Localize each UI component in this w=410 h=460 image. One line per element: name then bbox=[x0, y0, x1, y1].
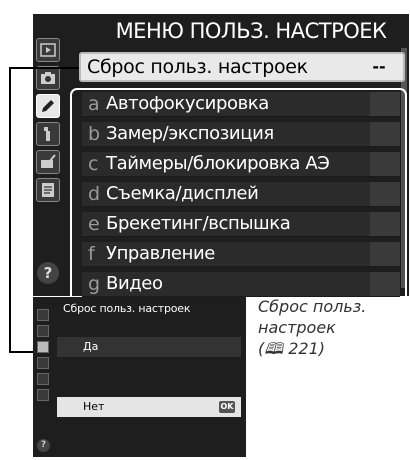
tab-shooting bbox=[37, 325, 49, 337]
tab-my-menu bbox=[37, 389, 49, 401]
page-reference: (🕮 221) bbox=[258, 339, 326, 358]
option-yes[interactable]: Да bbox=[57, 337, 241, 357]
bank-label: Видео bbox=[106, 273, 163, 294]
bank-label: Брекетинг/вспышка bbox=[106, 213, 291, 234]
bank-value-cell bbox=[370, 212, 400, 236]
help-icon: ? bbox=[37, 439, 50, 452]
tab-playback bbox=[37, 309, 49, 321]
option-no[interactable]: Нет OK bbox=[57, 397, 241, 417]
option-label: Нет bbox=[83, 400, 105, 413]
reset-custom-settings-value: -- bbox=[372, 57, 386, 76]
bank-value-cell bbox=[370, 152, 400, 176]
tab-setup bbox=[37, 357, 49, 369]
ok-button-badge: OK bbox=[219, 401, 235, 413]
bank-item-b[interactable]: b Замер/экспозиция bbox=[82, 122, 400, 147]
bank-value-cell bbox=[370, 272, 400, 296]
bank-item-c[interactable]: c Таймеры/блокировка АЭ bbox=[82, 152, 400, 177]
dialog-title: Сброс польз. настроек bbox=[63, 302, 191, 315]
bank-label: Автофокусировка bbox=[106, 93, 269, 114]
reset-dialog-screen: Сброс польз. настроек ? Да Нет OK bbox=[33, 297, 246, 457]
bank-item-g[interactable]: g Видео bbox=[82, 272, 400, 297]
bank-letter: b bbox=[88, 123, 101, 145]
reset-custom-settings-item[interactable]: Сброс польз. настроек -- bbox=[79, 52, 405, 82]
bank-letter: e bbox=[88, 213, 100, 235]
bank-label: Таймеры/блокировка АЭ bbox=[106, 153, 330, 174]
bank-letter: g bbox=[88, 273, 101, 295]
book-icon: 🕮 bbox=[264, 339, 284, 358]
bank-value-cell bbox=[370, 182, 400, 206]
bank-value-cell bbox=[370, 122, 400, 146]
bank-letter: a bbox=[88, 93, 100, 115]
tab-custom-settings bbox=[37, 341, 49, 353]
bank-value-cell bbox=[370, 92, 400, 116]
reset-custom-settings-label: Сброс польз. настроек bbox=[87, 56, 308, 78]
bank-item-e[interactable]: e Брекетинг/вспышка bbox=[82, 212, 400, 237]
bank-letter: d bbox=[88, 183, 101, 205]
playback-icon bbox=[40, 43, 56, 57]
tab-retouch bbox=[37, 373, 49, 385]
custom-setting-banks-group: a Автофокусировка b Замер/экспозиция c Т… bbox=[70, 88, 407, 306]
tab-playback[interactable] bbox=[36, 38, 60, 62]
bank-value-cell bbox=[370, 242, 400, 266]
bank-label: Управление bbox=[106, 243, 215, 264]
bank-letter: f bbox=[88, 243, 95, 265]
caption-text: Сброс польз. настроек bbox=[258, 297, 367, 337]
bank-item-d[interactable]: d Съемка/дисплей bbox=[82, 182, 400, 207]
page-number: 221 bbox=[288, 339, 319, 358]
menu-title: МЕНЮ ПОЛЬЗ. НАСТРОЕК bbox=[115, 19, 387, 43]
bank-letter: c bbox=[88, 153, 99, 175]
bank-item-a[interactable]: a Автофокусировка bbox=[82, 92, 400, 117]
bank-label: Замер/экспозиция bbox=[106, 123, 274, 144]
option-label: Да bbox=[83, 340, 99, 353]
bank-item-f[interactable]: f Управление bbox=[82, 242, 400, 267]
caption: Сброс польз. настроек (🕮 221) bbox=[258, 296, 408, 359]
bank-label: Съемка/дисплей bbox=[106, 183, 259, 204]
